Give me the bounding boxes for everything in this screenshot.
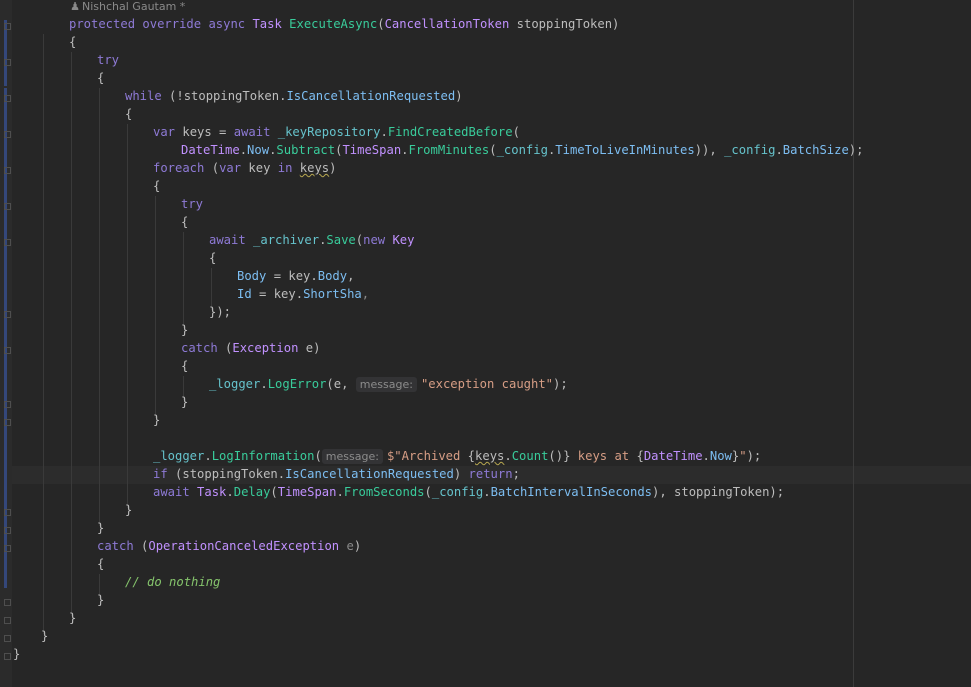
code-line-36: } bbox=[13, 647, 21, 661]
code-line-5: while (!stoppingToken.IsCancellationRequ… bbox=[125, 89, 463, 103]
fold-icon[interactable] bbox=[4, 635, 11, 642]
code-line-25: _logger.LogInformation(message: $"Archive… bbox=[153, 449, 762, 464]
editor-gutter bbox=[0, 0, 12, 687]
fold-icon[interactable] bbox=[4, 59, 11, 66]
code-line-29: } bbox=[97, 521, 105, 535]
user-icon: ♟ bbox=[70, 0, 80, 13]
code-vision-author[interactable]: ♟ Nishchal Gautam * bbox=[70, 0, 185, 14]
code-line-28: } bbox=[125, 503, 133, 517]
fold-icon[interactable] bbox=[4, 599, 11, 606]
code-line-34: } bbox=[69, 611, 77, 625]
fold-icon[interactable] bbox=[4, 347, 11, 354]
fold-icon[interactable] bbox=[4, 131, 11, 138]
code-line-6: { bbox=[125, 107, 133, 121]
indent-guide bbox=[183, 232, 184, 328]
fold-icon[interactable] bbox=[4, 527, 11, 534]
code-line-26: if (stoppingToken.IsCancellationRequeste… bbox=[153, 467, 520, 481]
indent-guide bbox=[155, 196, 156, 418]
fold-icon[interactable] bbox=[4, 419, 11, 426]
code-line-14: { bbox=[209, 251, 217, 265]
code-line-21: _logger.LogError(e, message: "exception c… bbox=[209, 377, 568, 392]
code-line-22: } bbox=[181, 395, 189, 409]
fold-icon[interactable] bbox=[4, 545, 11, 552]
code-line-17: }); bbox=[209, 305, 232, 319]
code-line-15: Body = key.Body, bbox=[237, 269, 355, 283]
indent-guide bbox=[71, 52, 72, 616]
code-line-7: var keys = await _keyRepository.FindCrea… bbox=[153, 125, 520, 139]
code-line-18: } bbox=[181, 323, 189, 337]
code-line-4: { bbox=[97, 71, 105, 85]
fold-icon[interactable] bbox=[4, 401, 11, 408]
parameter-hint: message: bbox=[355, 377, 417, 392]
code-line-27: await Task.Delay(TimeSpan.FromSeconds(_c… bbox=[153, 485, 785, 499]
code-line-1: protected override async Task ExecuteAsy… bbox=[69, 17, 620, 31]
fold-icon[interactable] bbox=[4, 167, 11, 174]
fold-icon[interactable] bbox=[4, 95, 11, 102]
indent-guide bbox=[99, 88, 100, 526]
code-line-3: try bbox=[97, 53, 120, 67]
parameter-hint: message: bbox=[321, 449, 383, 464]
code-line-33: } bbox=[97, 593, 105, 607]
code-line-19: catch (Exception e) bbox=[181, 341, 321, 355]
code-line-23: } bbox=[153, 413, 161, 427]
author-name: Nishchal Gautam * bbox=[82, 0, 186, 13]
code-line-8: DateTime.Now.Subtract(TimeSpan.FromMinut… bbox=[181, 143, 864, 157]
fold-icon[interactable] bbox=[4, 311, 11, 318]
code-line-2: { bbox=[69, 35, 77, 49]
code-line-32: // do nothing bbox=[125, 575, 221, 589]
code-line-20: { bbox=[181, 359, 189, 373]
fold-icon[interactable] bbox=[4, 617, 11, 624]
code-line-31: { bbox=[97, 557, 105, 571]
indent-guide bbox=[43, 34, 44, 634]
code-line-35: } bbox=[41, 629, 49, 643]
fold-icon[interactable] bbox=[4, 203, 11, 210]
code-line-30: catch (OperationCanceledException e) bbox=[97, 539, 362, 553]
right-margin-guide bbox=[853, 0, 854, 687]
indent-guide bbox=[127, 124, 128, 508]
fold-icon[interactable] bbox=[4, 509, 11, 516]
code-line-9: foreach (var key in keys) bbox=[153, 161, 337, 175]
fold-icon[interactable] bbox=[4, 653, 11, 660]
fold-icon[interactable] bbox=[4, 239, 11, 246]
fold-icon[interactable] bbox=[4, 23, 11, 30]
code-line-16: Id = key.ShortSha, bbox=[237, 287, 370, 301]
code-line-10: { bbox=[153, 179, 161, 193]
code-line-13: await _archiver.Save(new Key bbox=[209, 233, 415, 247]
code-line-11: try bbox=[181, 197, 204, 211]
code-line-12: { bbox=[181, 215, 189, 229]
